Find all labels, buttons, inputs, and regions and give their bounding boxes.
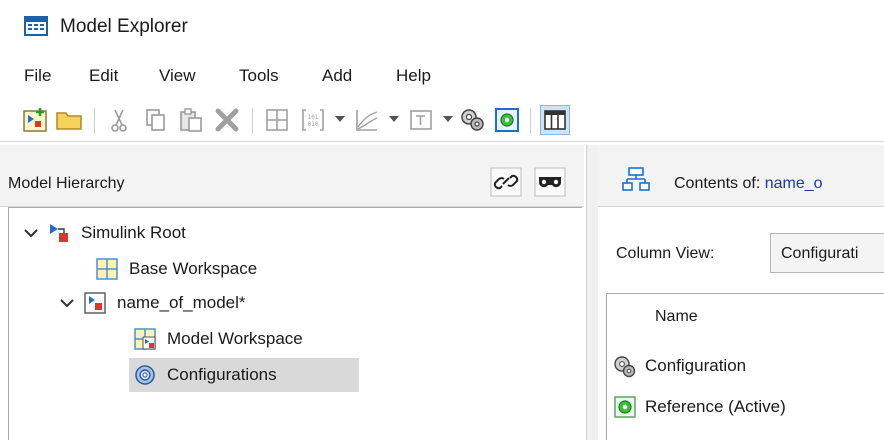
- model-icon: [84, 292, 106, 314]
- reference-active-icon: [614, 396, 636, 418]
- cut-button[interactable]: [104, 105, 134, 135]
- toolbar: 101 010: [0, 98, 884, 142]
- tree-item-model-workspace[interactable]: Model Workspace: [133, 322, 303, 356]
- column-view-icon: [544, 110, 566, 130]
- reference-config-icon: [495, 108, 519, 132]
- tree-item-base-workspace[interactable]: Base Workspace: [95, 252, 257, 286]
- add-data-button[interactable]: 101 010: [298, 105, 328, 135]
- contents-of-label: Contents of: name_o: [674, 175, 823, 193]
- contents-list: Name Configuration Reference (Active): [606, 293, 884, 440]
- delete-button[interactable]: [212, 105, 242, 135]
- pane-splitter[interactable]: [586, 145, 598, 440]
- column-view-toggle[interactable]: [540, 105, 570, 135]
- paste-icon: [180, 108, 202, 132]
- menu-tools[interactable]: Tools: [239, 66, 279, 86]
- block-dropdown-arrow[interactable]: [443, 116, 453, 122]
- link-button[interactable]: [490, 167, 522, 197]
- menu-bar: File Edit View Tools Add Help: [0, 62, 884, 92]
- title-bar: Model Explorer: [0, 0, 884, 58]
- model-hierarchy-header: Model Hierarchy: [0, 145, 584, 207]
- tree-item-simulink-root[interactable]: Simulink Root: [23, 216, 186, 250]
- svg-text:101: 101: [308, 114, 319, 121]
- paste-button[interactable]: [176, 105, 206, 135]
- chevron-down-icon[interactable]: [59, 295, 75, 311]
- simulink-root-icon: [50, 224, 68, 242]
- tree-item-name-of-model[interactable]: name_of_model*: [59, 286, 246, 320]
- toolbar-separator: [94, 108, 95, 134]
- menu-help[interactable]: Help: [396, 66, 431, 86]
- open-folder-icon: [56, 112, 82, 130]
- menu-file[interactable]: File: [24, 66, 51, 86]
- contents-header: Contents of: name_o: [598, 145, 884, 207]
- contents-of-link[interactable]: name_o: [765, 175, 823, 192]
- cut-icon: [111, 109, 127, 132]
- add-chart-button[interactable]: [352, 105, 382, 135]
- link-icon: [490, 167, 522, 197]
- tree-item-label: name_of_model*: [117, 293, 246, 312]
- add-grid-button[interactable]: [262, 105, 292, 135]
- block-icon: [410, 110, 432, 130]
- menu-edit[interactable]: Edit: [89, 66, 118, 86]
- chart-icon: [356, 110, 378, 131]
- chart-dropdown-arrow[interactable]: [389, 116, 399, 122]
- tree-item-label: Model Workspace: [167, 329, 303, 348]
- tree-item-configurations[interactable]: Configurations: [129, 358, 359, 392]
- chevron-down-icon[interactable]: [23, 225, 39, 241]
- svg-text:010: 010: [308, 121, 319, 128]
- mask-icon: [534, 167, 566, 197]
- configuration-gear-icon: [614, 356, 636, 378]
- contents-of-text: Contents of:: [674, 175, 761, 192]
- window-title: Model Explorer: [60, 16, 188, 37]
- copy-icon: [146, 109, 165, 131]
- list-item-label: Reference (Active): [645, 397, 786, 416]
- add-reference-button[interactable]: [492, 105, 522, 135]
- add-block-button[interactable]: [406, 105, 436, 135]
- menu-view[interactable]: View: [159, 66, 196, 86]
- tree-item-label: Simulink Root: [81, 223, 186, 242]
- list-item-reference-active[interactable]: Reference (Active): [607, 390, 786, 424]
- new-model-icon: [23, 108, 47, 132]
- show-hidden-button[interactable]: [534, 167, 566, 197]
- name-column-header[interactable]: Name: [655, 308, 698, 326]
- toolbar-separator: [252, 108, 253, 134]
- add-configuration-button[interactable]: [458, 105, 488, 135]
- model-hierarchy-title: Model Hierarchy: [8, 175, 125, 192]
- tree-item-label: Base Workspace: [129, 259, 258, 278]
- configurations-icon: [135, 365, 155, 385]
- menu-add[interactable]: Add: [322, 66, 352, 86]
- contents-pane: Contents of: name_o Column View: Configu…: [598, 145, 884, 440]
- column-view-label: Column View:: [616, 245, 715, 262]
- model-workspace-icon: [134, 328, 156, 350]
- model-hierarchy-pane: Model Hierarchy Simulink Root Base Works…: [0, 145, 584, 440]
- copy-button[interactable]: [140, 105, 170, 135]
- model-hierarchy-tree: Simulink Root Base Workspace name_of_mod…: [8, 207, 582, 440]
- new-model-button[interactable]: [20, 105, 50, 135]
- workspace-icon: [96, 258, 118, 280]
- data-dropdown-arrow[interactable]: [335, 116, 345, 122]
- delete-icon: [215, 108, 239, 132]
- grid-icon: [266, 109, 288, 131]
- tree-item-label: Configurations: [167, 365, 277, 384]
- model-explorer-icon: [24, 16, 48, 36]
- list-item-configuration[interactable]: Configuration: [607, 349, 746, 383]
- list-item-label: Configuration: [645, 356, 747, 375]
- config-icon: [461, 109, 484, 131]
- column-view-select[interactable]: Configurati: [770, 233, 884, 273]
- open-button[interactable]: [54, 105, 84, 135]
- hierarchy-tree-icon: [622, 167, 650, 191]
- toolbar-separator: [530, 108, 531, 134]
- data-icon: 101 010: [302, 109, 324, 131]
